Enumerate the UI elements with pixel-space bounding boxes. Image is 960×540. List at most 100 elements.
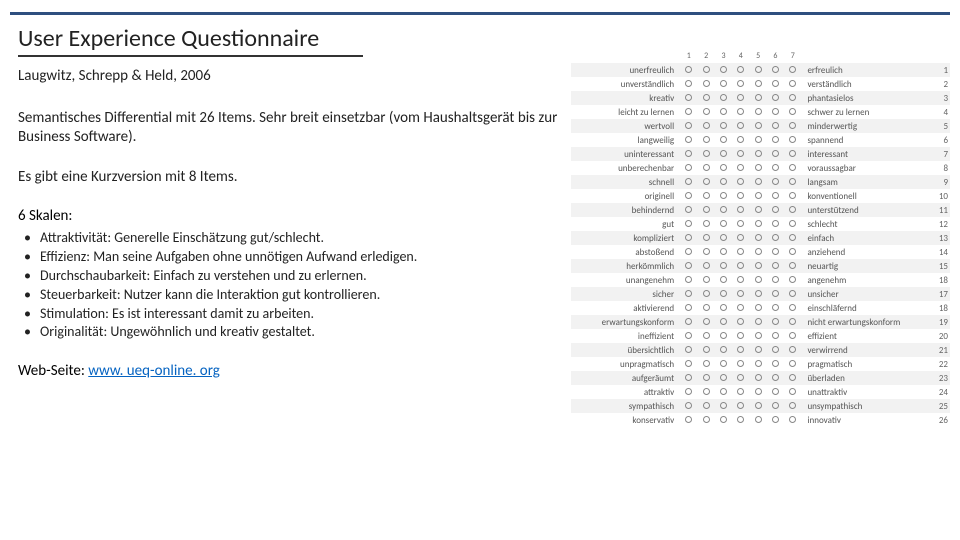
radio-cell[interactable] (784, 301, 801, 315)
radio-cell[interactable] (697, 217, 714, 231)
web-link[interactable]: www. ueq-online. org (88, 362, 220, 380)
radio-cell[interactable] (767, 287, 784, 301)
radio-cell[interactable] (697, 63, 714, 77)
radio-cell[interactable] (784, 105, 801, 119)
radio-cell[interactable] (749, 259, 766, 273)
radio-cell[interactable] (680, 217, 697, 231)
radio-cell[interactable] (767, 343, 784, 357)
radio-cell[interactable] (715, 147, 732, 161)
radio-cell[interactable] (767, 413, 784, 427)
radio-cell[interactable] (749, 189, 766, 203)
radio-cell[interactable] (767, 245, 784, 259)
radio-cell[interactable] (697, 371, 714, 385)
radio-cell[interactable] (732, 245, 749, 259)
radio-cell[interactable] (749, 161, 766, 175)
radio-cell[interactable] (732, 119, 749, 133)
radio-cell[interactable] (784, 245, 801, 259)
radio-cell[interactable] (715, 329, 732, 343)
radio-cell[interactable] (715, 217, 732, 231)
radio-cell[interactable] (680, 413, 697, 427)
radio-cell[interactable] (680, 301, 697, 315)
radio-cell[interactable] (784, 329, 801, 343)
radio-cell[interactable] (732, 315, 749, 329)
radio-cell[interactable] (767, 175, 784, 189)
radio-cell[interactable] (749, 413, 766, 427)
radio-cell[interactable] (784, 273, 801, 287)
radio-cell[interactable] (732, 203, 749, 217)
radio-cell[interactable] (767, 217, 784, 231)
radio-cell[interactable] (784, 287, 801, 301)
radio-cell[interactable] (732, 413, 749, 427)
radio-cell[interactable] (680, 63, 697, 77)
radio-cell[interactable] (767, 91, 784, 105)
radio-cell[interactable] (715, 259, 732, 273)
radio-cell[interactable] (732, 161, 749, 175)
radio-cell[interactable] (749, 287, 766, 301)
radio-cell[interactable] (715, 77, 732, 91)
radio-cell[interactable] (697, 203, 714, 217)
radio-cell[interactable] (749, 91, 766, 105)
radio-cell[interactable] (767, 329, 784, 343)
radio-cell[interactable] (680, 203, 697, 217)
radio-cell[interactable] (749, 217, 766, 231)
radio-cell[interactable] (749, 343, 766, 357)
radio-cell[interactable] (680, 273, 697, 287)
radio-cell[interactable] (767, 189, 784, 203)
radio-cell[interactable] (715, 133, 732, 147)
radio-cell[interactable] (732, 259, 749, 273)
radio-cell[interactable] (784, 77, 801, 91)
radio-cell[interactable] (697, 343, 714, 357)
radio-cell[interactable] (732, 329, 749, 343)
radio-cell[interactable] (697, 315, 714, 329)
radio-cell[interactable] (680, 315, 697, 329)
radio-cell[interactable] (749, 175, 766, 189)
radio-cell[interactable] (784, 399, 801, 413)
radio-cell[interactable] (680, 133, 697, 147)
radio-cell[interactable] (697, 301, 714, 315)
radio-cell[interactable] (732, 357, 749, 371)
radio-cell[interactable] (749, 273, 766, 287)
radio-cell[interactable] (732, 301, 749, 315)
radio-cell[interactable] (732, 77, 749, 91)
radio-cell[interactable] (767, 301, 784, 315)
radio-cell[interactable] (715, 203, 732, 217)
radio-cell[interactable] (784, 63, 801, 77)
radio-cell[interactable] (680, 77, 697, 91)
radio-cell[interactable] (715, 245, 732, 259)
radio-cell[interactable] (697, 413, 714, 427)
radio-cell[interactable] (749, 105, 766, 119)
radio-cell[interactable] (697, 189, 714, 203)
radio-cell[interactable] (715, 399, 732, 413)
radio-cell[interactable] (767, 357, 784, 371)
radio-cell[interactable] (680, 357, 697, 371)
radio-cell[interactable] (715, 371, 732, 385)
radio-cell[interactable] (767, 119, 784, 133)
radio-cell[interactable] (749, 77, 766, 91)
radio-cell[interactable] (749, 315, 766, 329)
radio-cell[interactable] (767, 63, 784, 77)
radio-cell[interactable] (732, 175, 749, 189)
radio-cell[interactable] (732, 273, 749, 287)
radio-cell[interactable] (784, 357, 801, 371)
radio-cell[interactable] (715, 105, 732, 119)
radio-cell[interactable] (715, 315, 732, 329)
radio-cell[interactable] (749, 245, 766, 259)
radio-cell[interactable] (715, 161, 732, 175)
radio-cell[interactable] (697, 399, 714, 413)
radio-cell[interactable] (715, 63, 732, 77)
radio-cell[interactable] (715, 385, 732, 399)
radio-cell[interactable] (715, 343, 732, 357)
radio-cell[interactable] (767, 105, 784, 119)
radio-cell[interactable] (767, 161, 784, 175)
radio-cell[interactable] (697, 105, 714, 119)
radio-cell[interactable] (715, 357, 732, 371)
radio-cell[interactable] (680, 231, 697, 245)
radio-cell[interactable] (697, 231, 714, 245)
radio-cell[interactable] (732, 231, 749, 245)
radio-cell[interactable] (732, 287, 749, 301)
radio-cell[interactable] (767, 147, 784, 161)
radio-cell[interactable] (749, 385, 766, 399)
radio-cell[interactable] (784, 119, 801, 133)
radio-cell[interactable] (732, 147, 749, 161)
radio-cell[interactable] (697, 245, 714, 259)
